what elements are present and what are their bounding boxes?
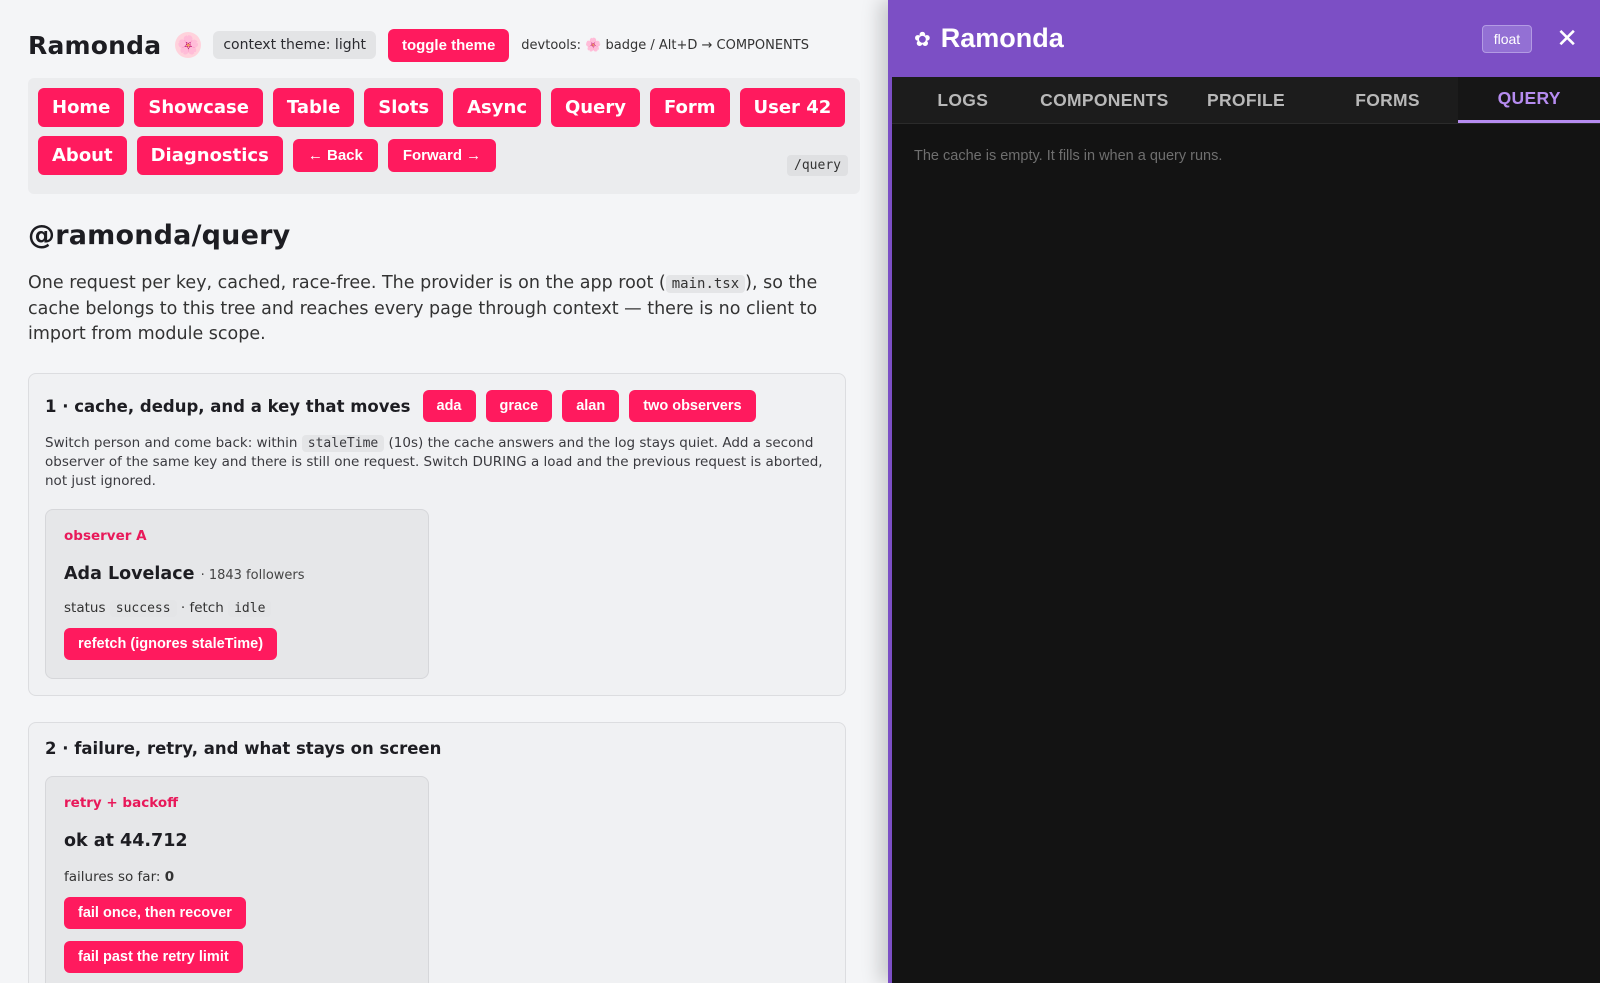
lead-code: main.tsx bbox=[665, 275, 746, 293]
nav-row-primary: Home Showcase Table Slots Async Query Fo… bbox=[38, 88, 850, 127]
nav-form[interactable]: Form bbox=[649, 88, 730, 127]
desc-code: staleTime bbox=[301, 435, 385, 452]
fetch-label: · fetch bbox=[180, 600, 224, 616]
failure-count-row: failures so far: 0 bbox=[64, 869, 410, 885]
query-cache-empty-message: The cache is empty. It fills in when a q… bbox=[914, 148, 1223, 164]
person-ada-button[interactable]: ada bbox=[422, 390, 476, 422]
status-value: success bbox=[109, 600, 177, 617]
tab-query[interactable]: QUERY bbox=[1458, 77, 1600, 123]
brand-title: Ramonda bbox=[28, 30, 162, 60]
close-icon[interactable]: ✕ bbox=[1556, 26, 1578, 52]
app-main: Ramonda 🌸 context theme: light toggle th… bbox=[0, 0, 888, 983]
section-retry-card: 2 · failure, retry, and what stays on sc… bbox=[28, 722, 846, 983]
status-label: status bbox=[64, 600, 106, 616]
fail-once-button[interactable]: fail once, then recover bbox=[64, 897, 246, 929]
nav-async[interactable]: Async bbox=[453, 88, 541, 127]
person-name: Ada Lovelace bbox=[64, 564, 195, 584]
lead-text-1: One request per key, cached, race-free. … bbox=[28, 273, 666, 293]
tab-profile[interactable]: PROFILE bbox=[1175, 77, 1317, 123]
section-2-header: 2 · failure, retry, and what stays on sc… bbox=[45, 739, 829, 758]
float-button[interactable]: float bbox=[1481, 24, 1533, 53]
nav-panel: Home Showcase Table Slots Async Query Fo… bbox=[28, 78, 860, 194]
devtools-hint: devtools: 🌸 badge / Alt+D → COMPONENTS bbox=[521, 38, 809, 53]
failures-value: 0 bbox=[164, 869, 175, 885]
nav-slots[interactable]: Slots bbox=[364, 88, 444, 127]
forward-button[interactable]: Forward → bbox=[387, 139, 497, 172]
nav-user-42[interactable]: User 42 bbox=[739, 88, 846, 127]
top-bar: Ramonda 🌸 context theme: light toggle th… bbox=[28, 0, 860, 90]
nav-diagnostics[interactable]: Diagnostics bbox=[136, 136, 283, 175]
person-followers: · 1843 followers bbox=[200, 568, 305, 583]
nav-home[interactable]: Home bbox=[38, 88, 125, 127]
flower-logo-icon: ✿ bbox=[914, 26, 931, 51]
devtools-hint-suffix: badge / Alt+D → COMPONENTS bbox=[605, 37, 809, 53]
section-cache-card: 1 · cache, dedup, and a key that moves a… bbox=[28, 373, 846, 696]
failures-label: failures so far: bbox=[64, 869, 161, 885]
nav-query[interactable]: Query bbox=[551, 88, 640, 127]
two-observers-button[interactable]: two observers bbox=[629, 390, 756, 422]
person-row: Ada Lovelace · 1843 followers bbox=[64, 564, 410, 584]
section-1-header: 1 · cache, dedup, and a key that moves a… bbox=[45, 390, 829, 422]
current-route: /query bbox=[787, 155, 848, 176]
toggle-theme-button[interactable]: toggle theme bbox=[387, 28, 510, 62]
theme-indicator: context theme: light bbox=[213, 31, 376, 59]
refetch-button[interactable]: refetch (ignores staleTime) bbox=[64, 628, 278, 660]
tab-logs[interactable]: LOGS bbox=[892, 77, 1034, 123]
observer-a-box: observer A Ada Lovelace · 1843 followers… bbox=[45, 509, 429, 679]
back-button[interactable]: ← Back bbox=[292, 139, 378, 172]
devtools-header: ✿ Ramonda float ✕ bbox=[892, 0, 1600, 77]
retry-result: ok at 44.712 bbox=[64, 831, 188, 851]
page-title: @ramonda/query bbox=[28, 220, 291, 251]
section-1-description: Switch person and come back: within stal… bbox=[45, 434, 829, 491]
fail-past-limit-button[interactable]: fail past the retry limit bbox=[64, 941, 243, 973]
person-alan-button[interactable]: alan bbox=[562, 390, 620, 422]
devtools-hint-prefix: devtools: bbox=[521, 37, 582, 53]
nav-table[interactable]: Table bbox=[272, 88, 355, 127]
section-2-title: 2 · failure, retry, and what stays on sc… bbox=[45, 739, 442, 758]
devtools-panel: ✿ Ramonda float ✕ LOGS COMPONENTS PROFIL… bbox=[888, 0, 1600, 983]
tab-forms[interactable]: FORMS bbox=[1317, 77, 1459, 123]
page-lead: One request per key, cached, race-free. … bbox=[28, 271, 848, 347]
status-row: status success · fetch idle bbox=[64, 600, 410, 617]
flower-icon[interactable]: 🌸 bbox=[175, 32, 202, 58]
tab-components[interactable]: COMPONENTS bbox=[1034, 77, 1176, 123]
retry-buttons: fail once, then recover fail past the re… bbox=[64, 897, 410, 973]
nav-row-secondary: About Diagnostics ← Back Forward → bbox=[38, 136, 850, 175]
nav-about[interactable]: About bbox=[38, 136, 127, 175]
devtools-title: Ramonda bbox=[940, 23, 1064, 53]
devtools-tabs: LOGS COMPONENTS PROFILE FORMS QUERY bbox=[892, 77, 1600, 124]
observer-label: observer A bbox=[64, 528, 147, 544]
flower-mini-icon: 🌸 bbox=[585, 37, 602, 53]
retry-box: retry + backoff ok at 44.712 failures so… bbox=[45, 776, 429, 983]
nav-showcase[interactable]: Showcase bbox=[134, 88, 263, 127]
section-1-title: 1 · cache, dedup, and a key that moves bbox=[45, 396, 411, 416]
fetch-value: idle bbox=[228, 600, 272, 617]
desc-text-1: Switch person and come back: within bbox=[45, 435, 298, 451]
person-grace-button[interactable]: grace bbox=[485, 390, 553, 422]
retry-label: retry + backoff bbox=[64, 795, 179, 811]
